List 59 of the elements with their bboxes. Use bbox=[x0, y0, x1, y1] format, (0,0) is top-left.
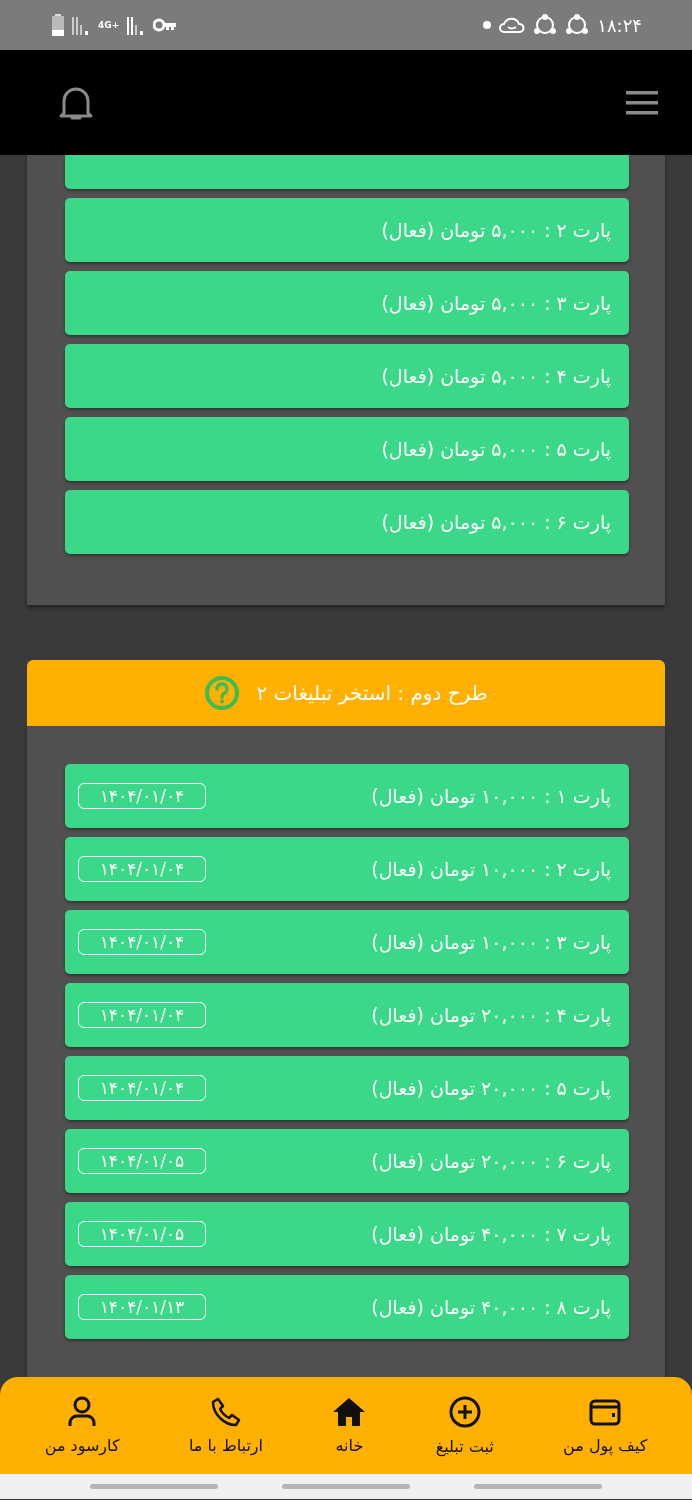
part-row[interactable]: پارت ۶ : ۲۰,۰۰۰ تومان (فعال) ۱۴۰۴/۰۱/۰۵ bbox=[65, 1129, 629, 1193]
user-icon bbox=[67, 1396, 98, 1428]
part-row[interactable]: پارت ۵ : ۵,۰۰۰ تومان (فعال) bbox=[65, 417, 629, 481]
part-label: پارت ۷ : ۴۰,۰۰۰ تومان (فعال) bbox=[371, 1223, 611, 1245]
part-label: پارت ۶ : ۲۰,۰۰۰ تومان (فعال) bbox=[371, 1150, 611, 1172]
date-tag: ۱۴۰۴/۰۱/۰۴ bbox=[78, 856, 206, 882]
signal-icon bbox=[72, 15, 90, 35]
nav-tab[interactable]: کارسود من bbox=[40, 1394, 124, 1457]
part-label: پارت ۵ : ۲۰,۰۰۰ تومان (فعال) bbox=[371, 1077, 611, 1099]
part-label: پارت ۴ : ۵,۰۰۰ تومان (فعال) bbox=[381, 365, 611, 387]
nav-tab[interactable]: کیف پول من bbox=[559, 1394, 652, 1457]
part-label: پارت ۳ : ۵,۰۰۰ تومان (فعال) bbox=[381, 292, 611, 314]
share-icon bbox=[565, 14, 590, 36]
help-icon[interactable] bbox=[204, 675, 241, 711]
date-tag: ۱۴۰۴/۰۱/۱۳ bbox=[78, 1294, 206, 1320]
signal-icon bbox=[127, 15, 146, 35]
gesture-handle[interactable] bbox=[474, 1484, 602, 1489]
add-icon bbox=[447, 1395, 482, 1429]
clock-time: ۱۸:۲۴ bbox=[597, 14, 642, 36]
part-row[interactable]: پارت ۱ : ۱۰,۰۰۰ تومان (فعال) ۱۴۰۴/۰۱/۰۴ bbox=[65, 764, 629, 828]
date-tag: ۱۴۰۴/۰۱/۰۵ bbox=[78, 1148, 206, 1174]
date-tag: ۱۴۰۴/۰۱/۰۴ bbox=[78, 929, 206, 955]
nav-tab[interactable]: ارتباط با ما bbox=[184, 1394, 267, 1457]
part-row[interactable]: پارت ۴ : ۲۰,۰۰۰ تومان (فعال) ۱۴۰۴/۰۱/۰۴ bbox=[65, 983, 629, 1047]
dot-icon bbox=[483, 21, 492, 29]
part-label: پارت ۱ : ۱۰,۰۰۰ تومان (فعال) bbox=[371, 785, 611, 807]
nav-tab[interactable]: خانه bbox=[328, 1394, 371, 1457]
home-icon bbox=[332, 1396, 367, 1428]
date-tag: ۱۴۰۴/۰۱/۰۴ bbox=[78, 783, 206, 809]
part-row[interactable]: پارت ۶ : ۵,۰۰۰ تومان (فعال) bbox=[65, 490, 629, 554]
part-row[interactable]: پارت ۲ : ۵,۰۰۰ تومان (فعال) bbox=[65, 198, 629, 262]
part-label: پارت ۵ : ۵,۰۰۰ تومان (فعال) bbox=[381, 438, 611, 460]
gesture-handle[interactable] bbox=[90, 1484, 218, 1489]
plan-title: طرح دوم : استخر تبلیغات ۲ bbox=[256, 681, 488, 705]
share-icon bbox=[533, 14, 558, 36]
part-label: پارت ۲ : ۵,۰۰۰ تومان (فعال) bbox=[381, 219, 611, 241]
part-row[interactable]: پارت ۵ : ۲۰,۰۰۰ تومان (فعال) ۱۴۰۴/۰۱/۰۴ bbox=[65, 1056, 629, 1120]
nav-tab[interactable]: ثبت تبلیغ bbox=[431, 1393, 498, 1458]
part-label: پارت ۸ : ۴۰,۰۰۰ تومان (فعال) bbox=[371, 1296, 611, 1318]
cloud-icon bbox=[499, 16, 526, 34]
part-label: پارت ۲ : ۱۰,۰۰۰ تومان (فعال) bbox=[371, 858, 611, 880]
part-label: پارت ۴ : ۲۰,۰۰۰ تومان (فعال) bbox=[371, 1004, 611, 1026]
battery-icon bbox=[52, 14, 64, 36]
gesture-handle[interactable] bbox=[282, 1484, 410, 1489]
part-label: پارت ۶ : ۵,۰۰۰ تومان (فعال) bbox=[381, 511, 611, 533]
part-row[interactable]: پارت ۴ : ۵,۰۰۰ تومان (فعال) bbox=[65, 344, 629, 408]
part-row[interactable]: پارت ۳ : ۱۰,۰۰۰ تومان (فعال) ۱۴۰۴/۰۱/۰۴ bbox=[65, 910, 629, 974]
phone-icon bbox=[210, 1396, 242, 1428]
menu-icon[interactable] bbox=[626, 90, 658, 115]
network-type: 4G+ bbox=[98, 20, 120, 30]
key-icon bbox=[153, 18, 178, 32]
part-row[interactable]: پارت ۲ : ۱۰,۰۰۰ تومان (فعال) ۱۴۰۴/۰۱/۰۴ bbox=[65, 837, 629, 901]
date-tag: ۱۴۰۴/۰۱/۰۴ bbox=[78, 1002, 206, 1028]
part-row[interactable]: پارت ۷ : ۴۰,۰۰۰ تومان (فعال) ۱۴۰۴/۰۱/۰۵ bbox=[65, 1202, 629, 1266]
part-row[interactable]: پارت ۸ : ۴۰,۰۰۰ تومان (فعال) ۱۴۰۴/۰۱/۱۳ bbox=[65, 1275, 629, 1339]
date-tag: ۱۴۰۴/۰۱/۰۴ bbox=[78, 1075, 206, 1101]
date-tag: ۱۴۰۴/۰۱/۰۵ bbox=[78, 1221, 206, 1247]
part-label: پارت ۳ : ۱۰,۰۰۰ تومان (فعال) bbox=[371, 931, 611, 953]
part-row[interactable]: پارت ۳ : ۵,۰۰۰ تومان (فعال) bbox=[65, 271, 629, 335]
